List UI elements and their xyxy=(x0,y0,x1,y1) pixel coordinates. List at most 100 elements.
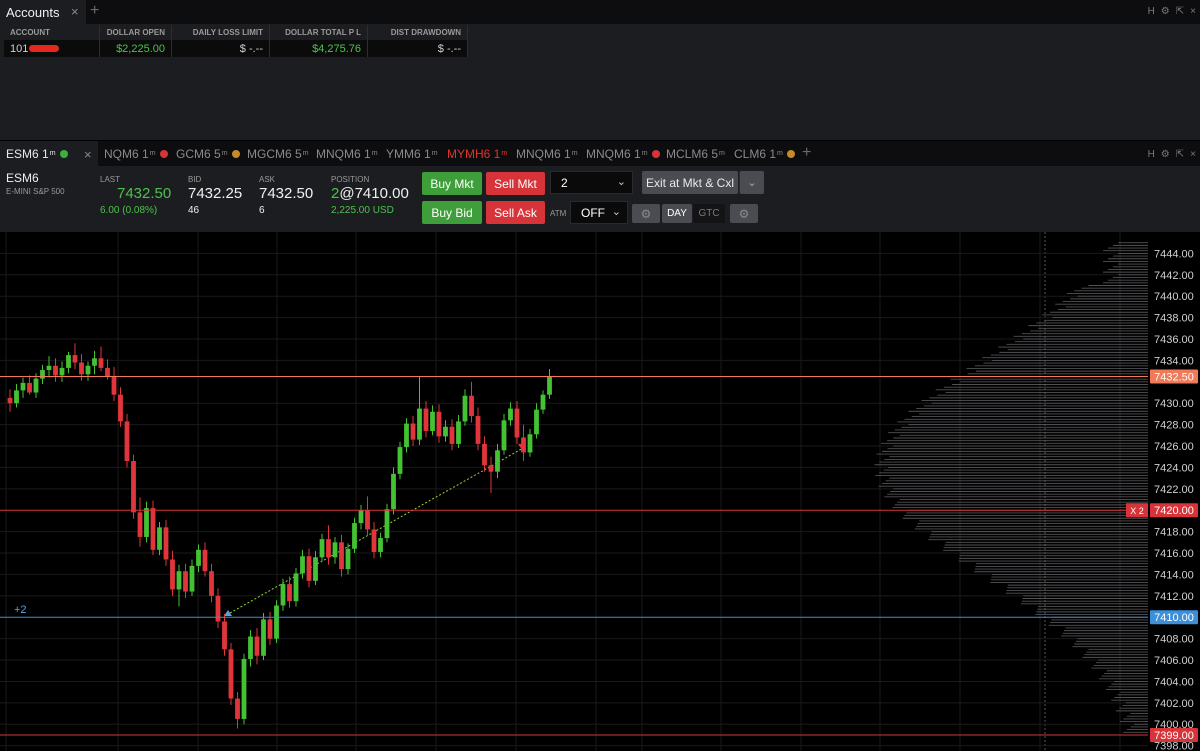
candle-body xyxy=(27,382,32,393)
tif-gtc-button[interactable]: GTC xyxy=(693,204,725,223)
position-pl: 2,225.00 USD xyxy=(331,205,394,216)
gear-icon[interactable]: ⚙ xyxy=(1161,6,1170,17)
dollar-open-cell: $2,225.00 xyxy=(100,40,172,57)
buy-bid-button[interactable]: Buy Bid xyxy=(422,201,482,224)
close-icon[interactable]: × xyxy=(71,4,79,19)
add-tab-icon[interactable]: + xyxy=(90,2,99,20)
candle-body xyxy=(352,523,357,549)
candle-body xyxy=(469,395,474,417)
quantity-select[interactable]: 2 ⌄ xyxy=(550,171,633,194)
chart-tab-bar: ESM6 1 m NQM6 1 m GCM6 5 m MGCM6 5 m MNQM6 1 m YMM… xyxy=(0,141,1200,166)
exit-at-mkt-button[interactable]: Exit at Mkt & Cxl xyxy=(642,171,738,194)
status-dot-icon xyxy=(59,149,68,158)
close-icon[interactable]: × xyxy=(84,147,92,162)
symbol-description: E-MINI S&P 500 xyxy=(6,187,65,196)
col-dist-drawdown[interactable]: DIST DRAWDOWN xyxy=(368,25,468,40)
chart-tab[interactable]: MYMH6 1m xyxy=(447,141,507,166)
gear-icon[interactable]: ⚙ xyxy=(1161,149,1170,160)
position-qty-tag: +2 xyxy=(14,604,27,616)
chart-tab[interactable]: MNQM6 1m xyxy=(516,141,578,166)
sell-mkt-button[interactable]: Sell Mkt xyxy=(486,172,545,195)
popout-icon[interactable]: ⇱ xyxy=(1176,149,1184,160)
price-chart[interactable]: 7432.507420.00X 27410.00+27399.00 7444.0… xyxy=(0,232,1200,751)
y-tick-label: 7434.00 xyxy=(1154,355,1194,367)
table-row[interactable]: 101 $2,225.00 $ -.-- $4,275.76 $ -.-- xyxy=(4,40,468,57)
candle-body xyxy=(105,367,110,377)
exit-dropdown-button[interactable]: ⌄ xyxy=(739,171,764,194)
popout-icon[interactable]: ⇱ xyxy=(1176,6,1184,17)
candle-body xyxy=(92,358,97,366)
atm-value: OFF xyxy=(581,205,605,220)
y-tick-label: 7398.00 xyxy=(1154,741,1194,751)
tif-settings-gear-icon[interactable]: ⚙ xyxy=(730,204,758,223)
y-tick-label: 7418.00 xyxy=(1154,527,1194,539)
chart-tab-label: MGCM6 5 xyxy=(247,146,302,161)
chart-tab[interactable]: MCLM6 5m xyxy=(666,141,725,166)
accounts-tab-label: Accounts xyxy=(6,4,60,20)
candle-body xyxy=(254,636,260,656)
chart-tab[interactable]: MNQM6 1m xyxy=(586,141,660,166)
candle-body xyxy=(196,549,201,566)
price-change: 6.00 (0.08%) xyxy=(100,205,158,216)
ask-label: ASK xyxy=(259,175,276,184)
candle-body xyxy=(410,423,416,440)
col-dollar-open[interactable]: DOLLAR OPEN xyxy=(100,25,172,40)
close-icon[interactable]: × xyxy=(1190,6,1196,17)
candle-body xyxy=(365,510,370,530)
status-dot-icon xyxy=(651,149,660,158)
add-tab-icon[interactable]: + xyxy=(802,144,811,162)
chart-tab-interval-unit: m xyxy=(719,150,725,157)
candle-body xyxy=(391,473,396,510)
candle-body xyxy=(150,508,156,550)
col-dollar-total-pl[interactable]: DOLLAR TOTAL P L xyxy=(270,25,368,40)
candle-body xyxy=(46,365,52,371)
h-icon[interactable]: H xyxy=(1148,149,1155,160)
col-daily-loss-limit[interactable]: DAILY LOSS LIMIT xyxy=(172,25,270,40)
chart-tab[interactable]: CLM6 1m xyxy=(734,141,795,166)
y-tick-label: 7430.00 xyxy=(1154,398,1194,410)
tif-day-button[interactable]: DAY xyxy=(662,204,692,223)
candle-body xyxy=(124,421,130,462)
chart-tab-label: MNQM6 1 xyxy=(316,146,371,161)
atm-select[interactable]: OFF ⌄ xyxy=(570,201,628,224)
candle-body xyxy=(209,571,214,596)
chart-tab[interactable]: NQM6 1m xyxy=(104,141,168,166)
col-account[interactable]: ACCOUNT xyxy=(4,25,100,40)
candle-body xyxy=(462,395,468,422)
candle-body xyxy=(449,426,455,444)
chart-tab[interactable]: GCM6 5m xyxy=(176,141,240,166)
chart-tab[interactable]: YMM6 1m xyxy=(386,141,438,166)
candle-body xyxy=(163,527,169,560)
status-dot-icon xyxy=(786,149,795,158)
candle-body xyxy=(547,376,552,395)
y-tick-label: 7442.00 xyxy=(1154,270,1194,282)
chart-tab-label: CLM6 1 xyxy=(734,146,777,161)
chart-tab[interactable]: MGCM6 5m xyxy=(247,141,309,166)
chart-tab-interval-unit: m xyxy=(149,150,156,157)
sell-ask-button[interactable]: Sell Ask xyxy=(486,201,545,224)
buy-mkt-button[interactable]: Buy Mkt xyxy=(422,172,482,195)
candle-body xyxy=(189,565,195,592)
bid-price: 7432.25 xyxy=(188,185,243,202)
atm-settings-gear-icon[interactable]: ⚙ xyxy=(632,204,660,223)
chart-tab[interactable]: MNQM6 1m xyxy=(316,141,378,166)
position-label: POSITION xyxy=(331,175,370,184)
y-tick-label: 7436.00 xyxy=(1154,334,1194,346)
candle-body xyxy=(527,434,533,453)
candle-body xyxy=(280,584,286,606)
close-icon[interactable]: × xyxy=(1190,149,1196,160)
candle-body xyxy=(397,447,403,474)
y-tick-label: 7414.00 xyxy=(1154,569,1194,581)
h-icon[interactable]: H xyxy=(1148,6,1155,17)
chart-tab-interval-unit: m xyxy=(571,150,578,157)
candle-body xyxy=(430,411,435,432)
chart-tab-label: YMM6 1 xyxy=(386,146,431,161)
candle-body xyxy=(176,571,182,590)
candle-body xyxy=(319,539,325,558)
candle-body xyxy=(170,559,175,590)
symbol: ESM6 xyxy=(6,171,39,185)
candle-body xyxy=(248,636,253,659)
dist-drawdown-cell: $ -.-- xyxy=(368,40,468,57)
ask-price: 7432.50 xyxy=(259,185,314,202)
candle-body xyxy=(514,408,520,438)
